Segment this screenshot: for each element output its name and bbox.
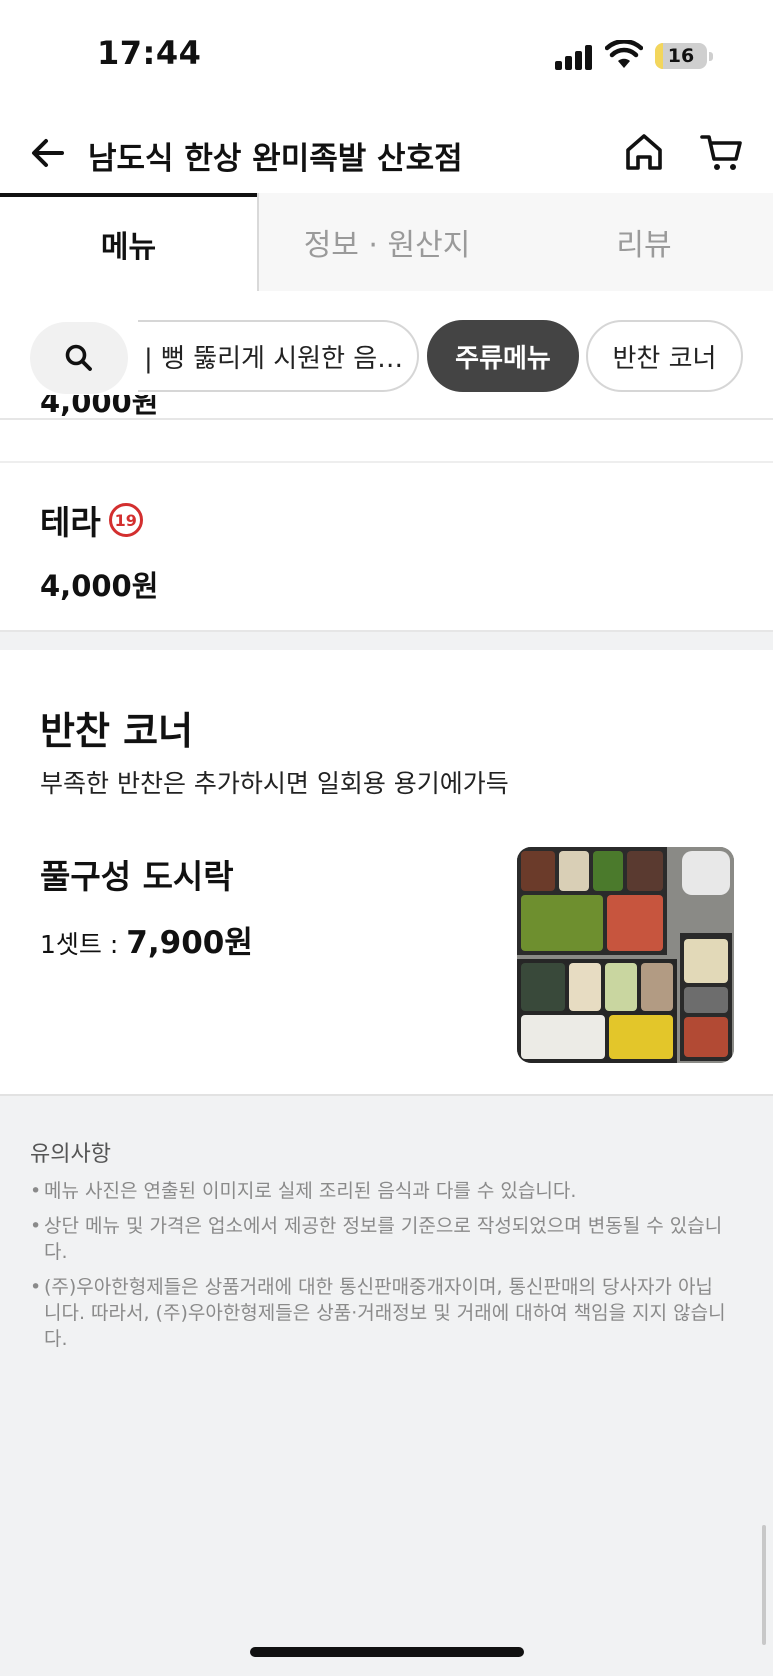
notice-title: 유의사항: [30, 1142, 111, 1167]
tab-menu[interactable]: 메뉴: [0, 193, 257, 291]
category-chip-alcohol[interactable]: 주류메뉴: [427, 320, 579, 392]
back-arrow-icon[interactable]: [28, 133, 68, 173]
scrollbar[interactable]: [762, 1525, 766, 1645]
home-icon[interactable]: [623, 131, 665, 173]
menu-item-price: 7,900원: [126, 925, 253, 961]
notice-item: (주)우아한형제들은 상품거래에 대한 통신판매중개자이며, 통신판매의 당사자…: [30, 1274, 730, 1352]
notice-section: 유의사항 메뉴 사진은 연출된 이미지로 실제 조리된 음식과 다를 수 있습니…: [0, 1094, 773, 1676]
section-title: 반찬 코너: [40, 709, 194, 753]
menu-item-name: 풀구성 도시락: [40, 857, 234, 896]
menu-item-name: 테라 19: [40, 496, 143, 544]
top-navigation-bar: 남도식 한상 완미족발 산호점: [0, 115, 773, 195]
wifi-icon: [605, 40, 643, 68]
tab-info-origin[interactable]: 정보 · 원산지: [257, 193, 515, 291]
notice-list: 메뉴 사진은 연출된 이미지로 실제 조리된 음식과 다를 수 있습니다. 상단…: [30, 1178, 730, 1361]
tab-reviews[interactable]: 리뷰: [515, 193, 773, 291]
tab-reviews-label: 리뷰: [616, 228, 672, 263]
age-restriction-badge: 19: [108, 503, 143, 537]
previous-item-price: 4,000원: [40, 395, 159, 419]
battery-percent: 16: [667, 45, 695, 67]
cellular-signal-icon: [555, 44, 595, 70]
tab-menu-label: 메뉴: [100, 230, 157, 265]
battery-icon: 16: [655, 43, 707, 69]
status-bar: 17:44 16: [0, 0, 773, 110]
notice-item: 상단 메뉴 및 가격은 업소에서 제공한 정보를 기준으로 작성되었으며 변동될…: [30, 1213, 730, 1265]
menu-item-price: 4,000원: [40, 569, 159, 603]
section-description: 부족한 반찬은 추가하시면 일회용 용기에가득: [40, 769, 509, 798]
unit-label: 1셋트 :: [40, 930, 119, 959]
menu-search-button[interactable]: [30, 322, 128, 394]
home-indicator[interactable]: [250, 1647, 524, 1657]
store-tabs: 메뉴 정보 · 원산지 리뷰: [0, 193, 773, 291]
category-chip-side-dishes[interactable]: 반찬 코너: [586, 320, 743, 392]
category-chip-side-dishes-label: 반찬 코너: [612, 343, 717, 374]
section-separator: [0, 630, 773, 650]
category-chip-alcohol-label: 주류메뉴: [455, 343, 551, 374]
category-chip-partial[interactable]: | 뻥 뚫리게 시원한 음…: [138, 320, 419, 392]
status-time: 17:44: [97, 34, 202, 72]
item-divider: [0, 461, 773, 463]
cart-icon[interactable]: [700, 131, 744, 173]
notice-item: 메뉴 사진은 연출된 이미지로 실제 조리된 음식과 다를 수 있습니다.: [30, 1178, 730, 1204]
search-icon: [65, 344, 92, 371]
battery-tip: [709, 52, 713, 61]
food-photo: [517, 847, 734, 1063]
category-chip-partial-label: | 뻥 뚫리게 시원한 음…: [144, 343, 404, 374]
tab-info-origin-label: 정보 · 원산지: [303, 228, 471, 263]
store-title: 남도식 한상 완미족발 산호점: [88, 141, 463, 177]
menu-item-price-line: 1셋트 : 7,900원: [40, 917, 253, 962]
